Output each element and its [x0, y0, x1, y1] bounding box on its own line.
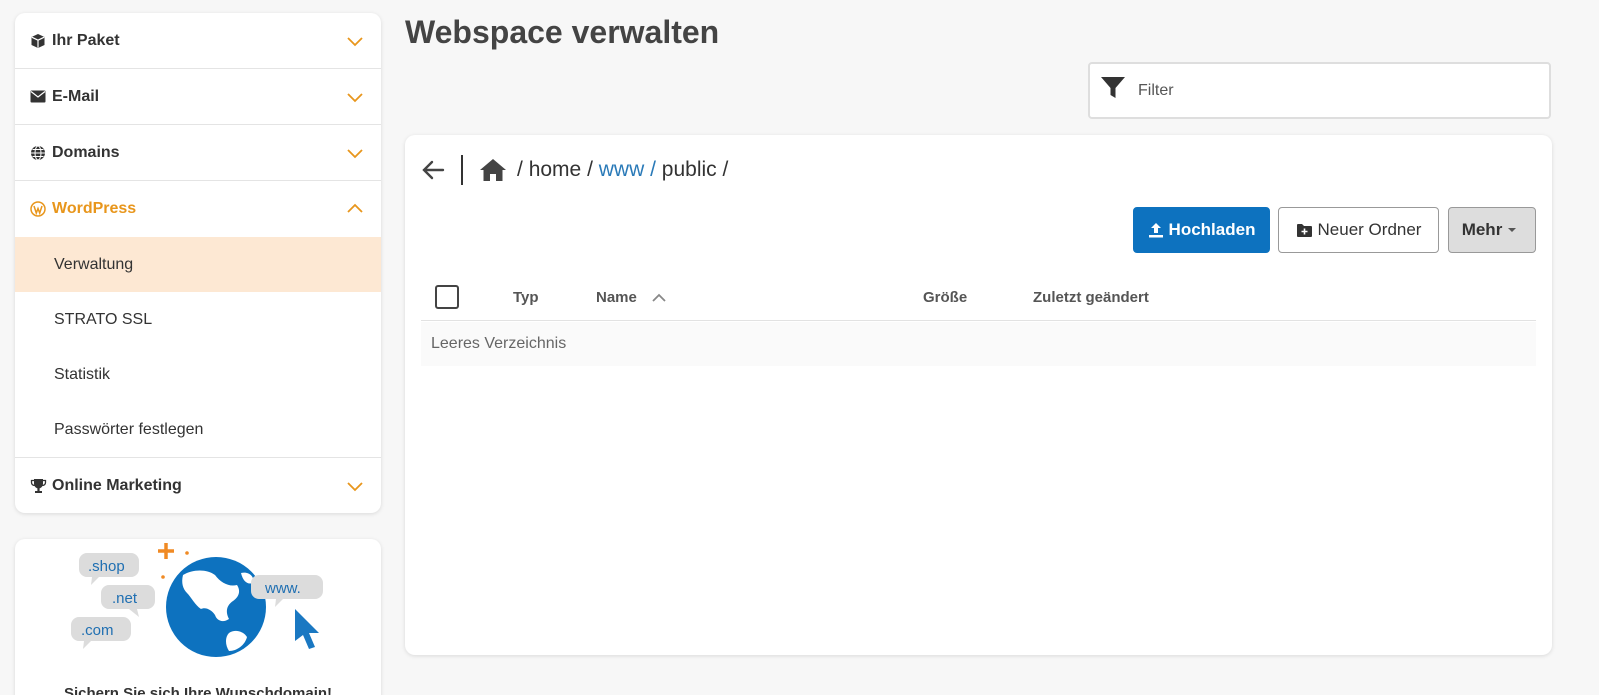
page-title: Webspace verwalten	[405, 14, 720, 50]
select-all-checkbox[interactable]	[435, 285, 459, 309]
breadcrumb-www-label: www	[598, 158, 645, 181]
nav-section-label: Online Marketing	[52, 476, 182, 494]
breadcrumb-separator: /	[650, 158, 656, 181]
filter-input[interactable]	[1138, 81, 1518, 100]
chevron-down-icon	[345, 87, 365, 107]
chevron-up-icon	[345, 199, 365, 219]
upload-button[interactable]: Hochladen	[1133, 207, 1270, 253]
separator	[461, 155, 463, 185]
sidebar-item-passwoerter[interactable]: Passwörter festlegen	[15, 402, 381, 457]
filter-box	[1088, 62, 1551, 119]
path-bar: / home / www / public /	[421, 153, 728, 187]
sidebar-item-verwaltung[interactable]: Verwaltung	[15, 237, 381, 292]
sort-ascending-icon	[652, 293, 666, 302]
table-header: Typ Name Größe Zuletzt geändert	[421, 275, 1536, 321]
column-header-groesse[interactable]: Größe	[923, 289, 967, 306]
sidebar-nav: Ihr Paket E-Mail Domains WordPress Verwa…	[15, 13, 381, 513]
breadcrumb: / home / www / public /	[517, 158, 728, 182]
domain-illustration: .shop .net .com www.	[71, 543, 323, 657]
column-header-typ[interactable]: Typ	[513, 289, 539, 306]
promo-text: Sichern Sie sich Ihre Wunschdomain!	[63, 685, 333, 695]
nav-section-label: E-Mail	[52, 87, 100, 105]
empty-directory-row: Leeres Verzeichnis	[421, 322, 1536, 366]
nav-section-online-marketing[interactable]: Online Marketing	[15, 457, 381, 513]
nav-section-email[interactable]: E-Mail	[15, 69, 381, 125]
nav-section-domains[interactable]: Domains	[15, 125, 381, 181]
file-browser-card: / home / www / public / Hochladen Neuer …	[405, 135, 1552, 655]
folder-plus-icon	[1296, 223, 1312, 237]
nav-section-label: Ihr Paket	[52, 31, 120, 49]
back-arrow-icon[interactable]	[421, 157, 447, 183]
sidebar-item-statistik[interactable]: Statistik	[15, 347, 381, 402]
chevron-down-icon	[345, 31, 365, 51]
home-icon[interactable]	[479, 157, 507, 183]
wordpress-icon	[30, 200, 52, 218]
sidebar-item-strato-ssl[interactable]: STRATO SSL	[15, 292, 381, 347]
more-button[interactable]: Mehr	[1448, 207, 1536, 253]
caret-down-icon	[1508, 228, 1517, 232]
trophy-icon	[30, 477, 52, 495]
nav-section-label: Domains	[52, 143, 120, 161]
chevron-down-icon	[345, 476, 365, 496]
new-folder-button-label: Neuer Ordner	[1317, 220, 1422, 239]
filter-icon	[1100, 76, 1126, 105]
upload-button-label: Hochladen	[1168, 220, 1256, 239]
breadcrumb-home[interactable]: home	[529, 158, 582, 181]
breadcrumb-separator: /	[587, 158, 593, 181]
chevron-down-icon	[345, 143, 365, 163]
column-header-name[interactable]: Name	[596, 289, 667, 306]
bubble-www: www.	[264, 580, 301, 597]
package-icon	[30, 32, 52, 50]
column-header-zuletzt-geaendert[interactable]: Zuletzt geändert	[1033, 289, 1149, 306]
cursor-icon	[295, 609, 319, 649]
more-button-label: Mehr	[1461, 220, 1503, 239]
new-folder-button[interactable]: Neuer Ordner	[1278, 207, 1439, 253]
column-header-name-label: Name	[596, 289, 637, 306]
breadcrumb-separator: /	[722, 158, 729, 181]
upload-icon	[1148, 223, 1163, 238]
breadcrumb-separator: /	[517, 158, 523, 181]
breadcrumb-www[interactable]: www /	[599, 158, 656, 181]
bubble-com: .com	[81, 622, 114, 639]
globe-icon	[30, 144, 52, 162]
nav-section-ihr-paket[interactable]: Ihr Paket	[15, 13, 381, 69]
bubble-net: .net	[112, 590, 138, 607]
envelope-icon	[30, 88, 52, 106]
bubble-shop: .shop	[88, 558, 125, 575]
nav-section-label: WordPress	[52, 200, 137, 217]
breadcrumb-public[interactable]: public	[662, 158, 717, 181]
nav-section-wordpress[interactable]: WordPress	[15, 181, 381, 237]
domain-promo-card[interactable]: .shop .net .com www. Sichern Sie sich Ih…	[15, 539, 381, 695]
